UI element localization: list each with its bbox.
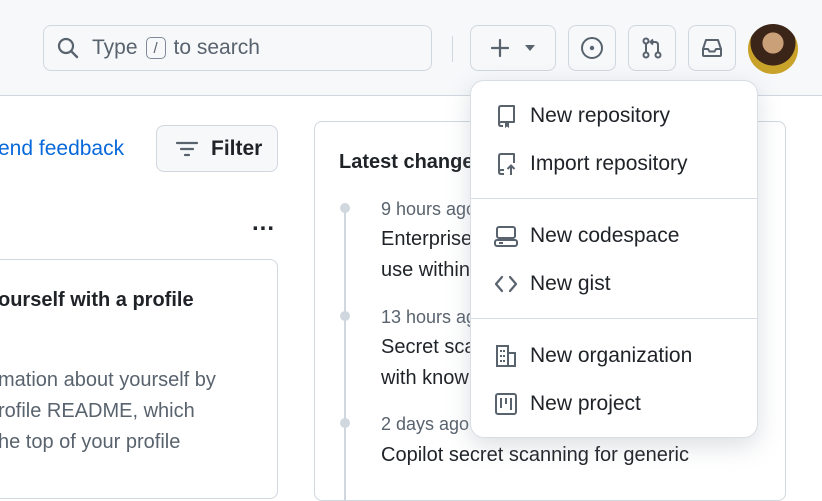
codespaces-icon <box>494 224 518 248</box>
create-new-button[interactable] <box>470 25 556 71</box>
plus-icon <box>490 38 510 58</box>
menu-item-new-organization[interactable]: New organization <box>494 340 692 372</box>
menu-item-new-project[interactable]: New project <box>494 388 641 420</box>
latest-changes-title: Latest changes <box>339 151 485 173</box>
repo-icon <box>494 104 518 128</box>
menu-item-label: Import repository <box>530 152 688 175</box>
change-line: use within <box>381 259 470 281</box>
issues-button[interactable] <box>568 25 616 71</box>
change-line: Enterprise <box>381 228 473 250</box>
search-placeholder-pre: Type <box>92 36 138 59</box>
search-icon <box>57 37 79 59</box>
pull-requests-button[interactable] <box>628 25 676 71</box>
menu-item-label: New gist <box>530 272 611 295</box>
issue-opened-icon <box>581 37 603 59</box>
inbox-icon <box>702 39 722 57</box>
menu-divider <box>471 198 757 199</box>
search-placeholder-post: to search <box>173 36 260 59</box>
card-title: ourself with a profile <box>0 289 194 311</box>
menu-item-import-repository[interactable]: Import repository <box>494 148 688 180</box>
timeline-dot <box>340 203 350 213</box>
code-icon <box>494 272 518 296</box>
triangle-down-icon <box>525 45 535 51</box>
timeline-dot <box>340 418 350 428</box>
create-new-menu <box>470 80 758 438</box>
menu-item-label: New project <box>530 392 641 415</box>
card-line: he top of your profile <box>0 431 181 453</box>
filter-button[interactable]: Filter <box>156 125 278 172</box>
card-description: mation about yourself by rofile README, … <box>0 365 216 458</box>
send-feedback-link[interactable]: end feedback <box>0 137 124 161</box>
card-line: mation about yourself by <box>0 369 216 391</box>
change-link[interactable]: Enterprise use within <box>381 224 472 286</box>
menu-item-new-repository[interactable]: New repository <box>494 100 670 132</box>
card-line: rofile README, which <box>0 400 195 422</box>
filter-label: Filter <box>211 136 263 160</box>
change-line: Copilot secret scanning for generic <box>381 444 689 466</box>
git-pull-request-icon <box>642 37 662 59</box>
kebab-horizontal-icon[interactable]: ... <box>252 209 275 237</box>
menu-item-new-gist[interactable]: New gist <box>494 268 611 300</box>
repo-push-icon <box>494 152 518 176</box>
organization-icon <box>494 344 518 368</box>
timeline-dot <box>340 311 350 321</box>
menu-item-new-codespace[interactable]: New codespace <box>494 220 679 252</box>
change-line: Secret sca <box>381 336 476 358</box>
menu-item-label: New organization <box>530 344 693 367</box>
menu-item-label: New repository <box>530 104 671 127</box>
project-icon <box>494 392 518 416</box>
change-line: with know <box>381 367 469 389</box>
menu-divider <box>471 318 757 319</box>
search-shortcut-key: / <box>145 37 166 59</box>
inbox-button[interactable] <box>688 25 736 71</box>
change-link[interactable]: Secret sca with know <box>381 332 475 394</box>
search-input[interactable]: Type / to search <box>43 25 432 71</box>
menu-item-label: New codespace <box>530 224 680 247</box>
user-avatar[interactable] <box>748 24 798 74</box>
change-timestamp: 9 hours ago <box>381 199 477 219</box>
change-timestamp: 2 days ago <box>381 414 470 434</box>
timeline-line <box>344 210 346 500</box>
change-link[interactable]: Copilot secret scanning for generic <box>381 440 689 471</box>
filter-icon <box>175 141 199 156</box>
header-divider <box>452 36 453 62</box>
